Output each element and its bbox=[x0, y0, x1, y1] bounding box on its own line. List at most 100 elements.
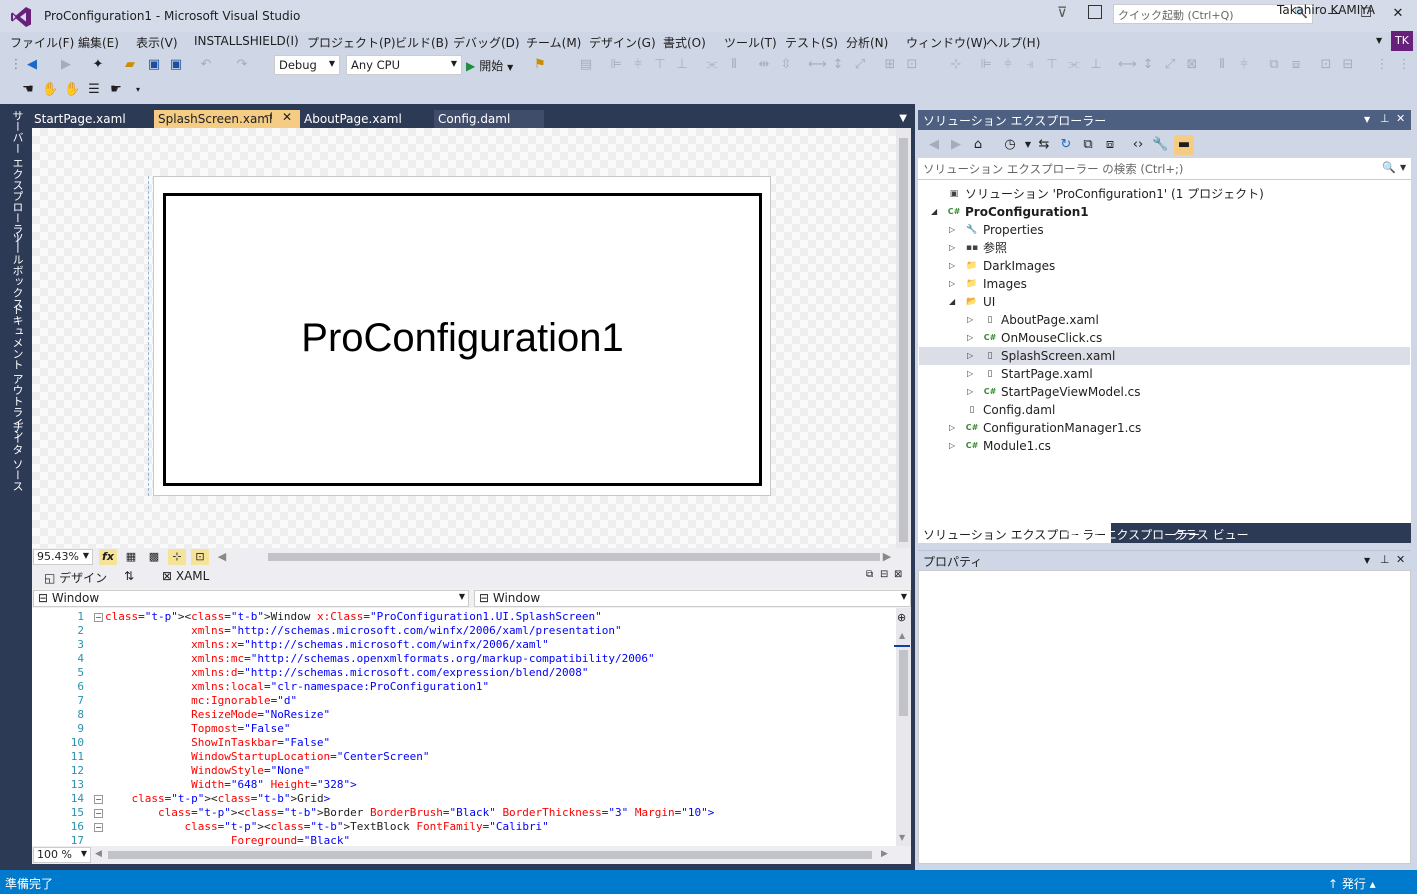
close-panel-icon[interactable]: ✕ bbox=[1396, 553, 1405, 566]
notifications-icon[interactable] bbox=[1088, 5, 1102, 19]
code-vertical-scrollbar[interactable] bbox=[896, 608, 911, 846]
tree-item[interactable]: ▷ C# Module1.cs bbox=[919, 437, 1410, 455]
code-line[interactable]: xmlns:d="http://schemas.microsoft.com/ex… bbox=[105, 666, 588, 679]
solution-platform-select[interactable]: Any CPU ▼ bbox=[346, 55, 462, 75]
menu-format[interactable]: 書式(O) bbox=[663, 34, 706, 51]
tab-splashscreen[interactable]: SplashScreen.xaml ⊣ ✕ bbox=[154, 110, 300, 128]
align-centers-icon[interactable]: ⫩ bbox=[1000, 57, 1016, 73]
pin-panel-icon[interactable]: ⊥ bbox=[1380, 112, 1390, 125]
tree-item[interactable]: ◢ 📂 UI bbox=[919, 293, 1410, 311]
tree-item[interactable]: ▷ ▯ AboutPage.xaml bbox=[919, 311, 1410, 329]
scroll-right-icon[interactable]: ▶ bbox=[878, 549, 896, 565]
xaml-element-select-right[interactable]: ⊟ Window ▼ bbox=[474, 590, 911, 607]
collapsed-arrow-icon[interactable]: ▷ bbox=[967, 365, 973, 383]
tree-item[interactable]: ▷ 🔧 Properties bbox=[919, 221, 1410, 239]
menu-analyze[interactable]: 分析(N) bbox=[846, 34, 888, 51]
xaml-tab[interactable]: ⊠ XAML bbox=[162, 569, 209, 583]
code-line[interactable]: ResizeMode="NoResize" bbox=[105, 708, 330, 721]
code-line[interactable]: mc:Ignorable="d" bbox=[105, 694, 297, 707]
bring-to-front-icon[interactable]: ⧉ bbox=[1266, 57, 1282, 73]
comment-select-icon[interactable]: ☰ bbox=[86, 82, 102, 98]
collapse-all-icon[interactable]: ⧉ bbox=[1080, 137, 1096, 153]
tree-item[interactable]: ▯ Config.daml bbox=[919, 401, 1410, 419]
publish-button[interactable]: ↑ 発行 ▴ bbox=[1328, 875, 1376, 892]
split-horizontal-icon[interactable]: ⊟ bbox=[880, 569, 888, 580]
close-tab-icon[interactable]: ✕ bbox=[282, 110, 292, 124]
menu-help[interactable]: ヘルプ(H) bbox=[986, 34, 1040, 51]
grid-toggle-icon[interactable]: ▦ bbox=[122, 549, 140, 565]
tree-item[interactable]: ▷ C# ConfigurationManager1.cs bbox=[919, 419, 1410, 437]
code-line[interactable]: WindowStartupLocation="CenterScreen" bbox=[105, 750, 429, 763]
size-height-icon[interactable]: ↕ bbox=[830, 57, 846, 73]
user-avatar[interactable]: TK bbox=[1391, 31, 1413, 51]
collapsed-arrow-icon[interactable]: ▷ bbox=[949, 275, 955, 293]
panel-menu-icon[interactable]: ▼ bbox=[1364, 115, 1370, 124]
menu-team[interactable]: チーム(M) bbox=[526, 34, 581, 51]
spacing-horizontal-icon[interactable]: ⇹ bbox=[756, 57, 772, 73]
element-picker-icon[interactable]: ☛ bbox=[108, 82, 124, 98]
pending-changes-icon[interactable]: ◷ bbox=[1002, 137, 1018, 153]
tree-item[interactable]: ▷ 📁 Images bbox=[919, 275, 1410, 293]
align-center-icon[interactable]: ⫩ bbox=[630, 57, 646, 73]
user-name[interactable]: Takahiro KAMIYA bbox=[1277, 3, 1375, 17]
toolbar-options-icon[interactable]: ⋮ bbox=[1396, 57, 1412, 73]
fold-toggle-icon[interactable]: − bbox=[94, 613, 103, 622]
tree-item[interactable]: ▣ ソリューション 'ProConfiguration1' (1 プロジェクト) bbox=[919, 185, 1410, 203]
properties-icon[interactable]: 🔧 bbox=[1152, 137, 1168, 153]
collapsed-arrow-icon[interactable]: ▷ bbox=[949, 437, 955, 455]
scroll-left-icon[interactable]: ◀ bbox=[213, 549, 231, 565]
effects-toggle-button[interactable]: fx bbox=[99, 549, 117, 565]
tree-item[interactable]: ▷ ▯ SplashScreen.xaml bbox=[919, 347, 1410, 365]
se-forward-icon[interactable]: ▶ bbox=[948, 137, 964, 153]
designer-vertical-scroll-thumb[interactable] bbox=[899, 138, 908, 542]
code-zoom-select[interactable]: 100 % ▼ bbox=[33, 847, 91, 863]
size-width-icon[interactable]: ⟷ bbox=[808, 57, 827, 73]
collapse-pane-icon[interactable]: ⊠ bbox=[894, 569, 902, 580]
tab-config[interactable]: Config.daml bbox=[434, 110, 544, 128]
tree-item[interactable]: ▷ 📁 DarkImages bbox=[919, 257, 1410, 275]
make-same-height-icon[interactable]: ↕ bbox=[1140, 57, 1156, 73]
align-lefts-icon[interactable]: ⊫ bbox=[978, 57, 994, 73]
align-middles-icon[interactable]: ⫘ bbox=[1066, 57, 1082, 73]
fold-toggle-icon[interactable]: − bbox=[94, 795, 103, 804]
menu-window[interactable]: ウィンドウ(W) bbox=[906, 34, 987, 51]
show-all-files-icon[interactable]: ⧈ bbox=[1102, 137, 1118, 153]
distribute-icon[interactable]: ⫴ bbox=[726, 57, 742, 73]
code-scroll-left-icon[interactable]: ◀ bbox=[95, 849, 102, 859]
tree-item[interactable]: ▷ C# StartPageViewModel.cs bbox=[919, 383, 1410, 401]
xaml-element-select-left[interactable]: ⊟ Window ▼ bbox=[33, 590, 469, 607]
tree-item[interactable]: ◢ C# ProConfiguration1 bbox=[919, 203, 1410, 221]
collapsed-arrow-icon[interactable]: ▷ bbox=[967, 329, 973, 347]
code-line[interactable]: xmlns="http://schemas.microsoft.com/winf… bbox=[105, 624, 621, 637]
redo-icon[interactable]: ↷ bbox=[234, 57, 250, 73]
make-same-size-icon[interactable]: ⤢ bbox=[1162, 57, 1178, 73]
preview-selected-icon[interactable]: ▬ bbox=[1174, 135, 1194, 155]
server-explorer-tab[interactable]: サーバー エクスプローラー bbox=[9, 110, 25, 246]
tab-overflow-icon[interactable]: ▼ bbox=[899, 113, 907, 124]
split-vertical-icon[interactable]: ⧉ bbox=[866, 569, 873, 580]
toolbox-tab[interactable]: ツールボックス bbox=[9, 232, 25, 309]
code-line[interactable]: WindowStyle="None" bbox=[105, 764, 310, 777]
code-horizontal-scroll-thumb[interactable] bbox=[108, 851, 872, 859]
collapsed-arrow-icon[interactable]: ▷ bbox=[949, 239, 955, 257]
hand-icon[interactable]: ✋ bbox=[64, 82, 80, 98]
center-horizontal-icon[interactable]: ⊹ bbox=[948, 57, 964, 73]
user-dropdown-icon[interactable]: ▼ bbox=[1376, 36, 1382, 45]
project-code-icon[interactable]: ⊡ bbox=[191, 549, 209, 565]
search-options-icon[interactable]: ▼ bbox=[1400, 163, 1406, 172]
code-line[interactable]: xmlns:x="http://schemas.microsoft.com/wi… bbox=[105, 638, 549, 651]
undo-icon[interactable]: ↶ bbox=[198, 57, 214, 73]
align-bottoms-icon[interactable]: ⊥ bbox=[1088, 57, 1104, 73]
pin-panel-icon[interactable]: ⊥ bbox=[1380, 553, 1390, 566]
size-both-icon[interactable]: ⤢ bbox=[852, 57, 868, 73]
save-icon[interactable]: ▣ bbox=[146, 57, 162, 73]
menu-debug[interactable]: デバッグ(D) bbox=[453, 34, 520, 51]
hand-select-icon[interactable]: ☚ bbox=[20, 82, 36, 98]
code-line[interactable]: Topmost="False" bbox=[105, 722, 290, 735]
menu-test[interactable]: テスト(S) bbox=[785, 34, 838, 51]
scroll-up-icon[interactable]: ▲ bbox=[899, 631, 905, 640]
fold-toggle-icon[interactable]: − bbox=[94, 809, 103, 818]
menu-file[interactable]: ファイル(F) bbox=[10, 34, 74, 51]
swap-panes-icon[interactable]: ⇅ bbox=[124, 569, 134, 583]
grid-icon[interactable]: ⊞ bbox=[882, 57, 898, 73]
